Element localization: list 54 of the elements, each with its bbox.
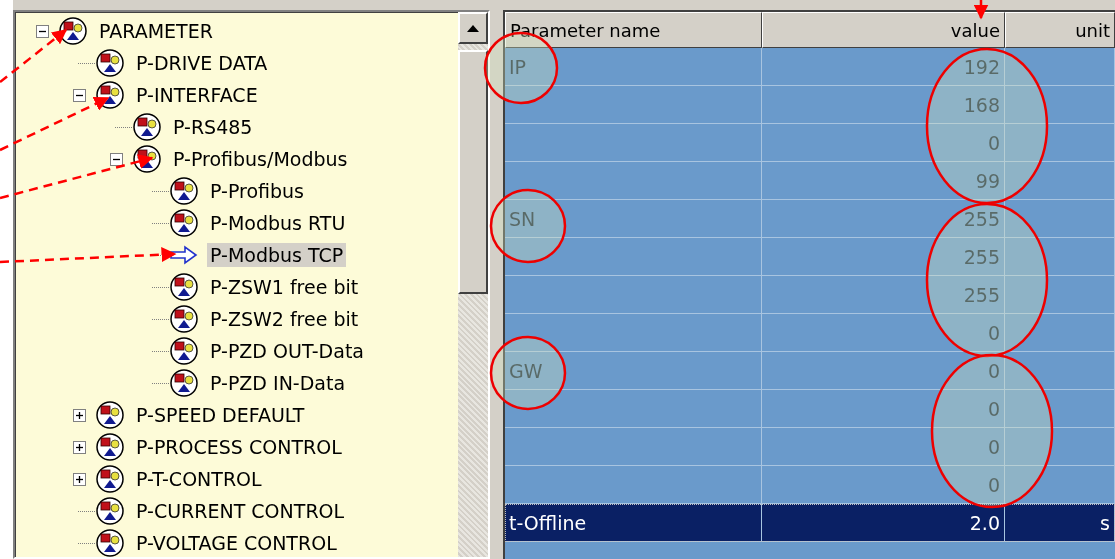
- tree-item[interactable]: P-T-CONTROL: [133, 467, 265, 491]
- collapse-toggle[interactable]: [36, 24, 49, 38]
- table-cell: t-Offline: [509, 511, 587, 534]
- tree-item[interactable]: P-ZSW2 free bit: [207, 307, 362, 331]
- table-cell: 168: [963, 93, 1000, 116]
- tree-item[interactable]: P-CURRENT CONTROL: [133, 499, 348, 523]
- table-cell: 0: [987, 397, 1000, 420]
- table-cell: 255: [963, 245, 1000, 268]
- tree-item[interactable]: P-INTERFACE: [133, 83, 261, 107]
- collapse-toggle[interactable]: [73, 88, 86, 102]
- table-cell: 255: [963, 207, 1000, 230]
- expand-toggle[interactable]: [73, 440, 86, 454]
- column-header[interactable]: Parameter name: [505, 12, 762, 48]
- table-cell: IP: [509, 55, 527, 78]
- tree-item[interactable]: P-RS485: [170, 115, 256, 139]
- tree-item[interactable]: P-Profibus: [207, 179, 307, 203]
- table-cell: 0: [987, 435, 1000, 458]
- table-cell: s: [1100, 511, 1110, 534]
- scrollbar[interactable]: [458, 12, 488, 557]
- tree-item[interactable]: P-PZD OUT-Data: [207, 339, 367, 363]
- table-cell: 0: [987, 131, 1000, 154]
- table-cell: 255: [963, 283, 1000, 306]
- table-cell: 192: [963, 55, 1000, 78]
- tree-item[interactable]: P-VOLTAGE CONTROL: [133, 531, 340, 555]
- plus-icon: [75, 410, 84, 420]
- table-cell: GW: [509, 359, 543, 382]
- tree-item[interactable]: P-Modbus TCP: [207, 243, 347, 267]
- tree-item[interactable]: P-PZD IN-Data: [207, 371, 349, 395]
- column-header[interactable]: value: [762, 12, 1005, 48]
- table-cell: 99: [975, 169, 1000, 192]
- arrow: [973, 0, 989, 20]
- table-cell: 2.0: [969, 511, 1000, 534]
- collapse-toggle[interactable]: [110, 152, 123, 166]
- scroll-up-button[interactable]: [458, 12, 488, 44]
- dashed-arrow: [0, 29, 68, 83]
- up-triangle-icon: [467, 24, 479, 32]
- table-cell: 0: [987, 473, 1000, 496]
- tree-item[interactable]: PARAMETER: [96, 19, 216, 43]
- scroll-thumb[interactable]: [458, 50, 488, 294]
- plus-icon: [75, 442, 84, 452]
- tree-item[interactable]: P-Modbus RTU: [207, 211, 349, 235]
- table-cell: SN: [509, 207, 536, 230]
- tree-item[interactable]: P-SPEED DEFAULT: [133, 403, 308, 427]
- table-cell: 0: [987, 359, 1000, 382]
- tree-item[interactable]: P-ZSW1 free bit: [207, 275, 362, 299]
- table-cell: 0: [987, 321, 1000, 344]
- plus-icon: [75, 474, 84, 484]
- expand-toggle[interactable]: [73, 472, 86, 486]
- column-header[interactable]: unit: [1005, 12, 1115, 48]
- tree-item[interactable]: P-Profibus/Modbus: [170, 147, 351, 171]
- expand-toggle[interactable]: [73, 408, 86, 422]
- table-row[interactable]: t-Offline 2.0 s: [505, 504, 1115, 542]
- tree-item[interactable]: P-PROCESS CONTROL: [133, 435, 345, 459]
- tree-item[interactable]: P-DRIVE DATA: [133, 51, 271, 75]
